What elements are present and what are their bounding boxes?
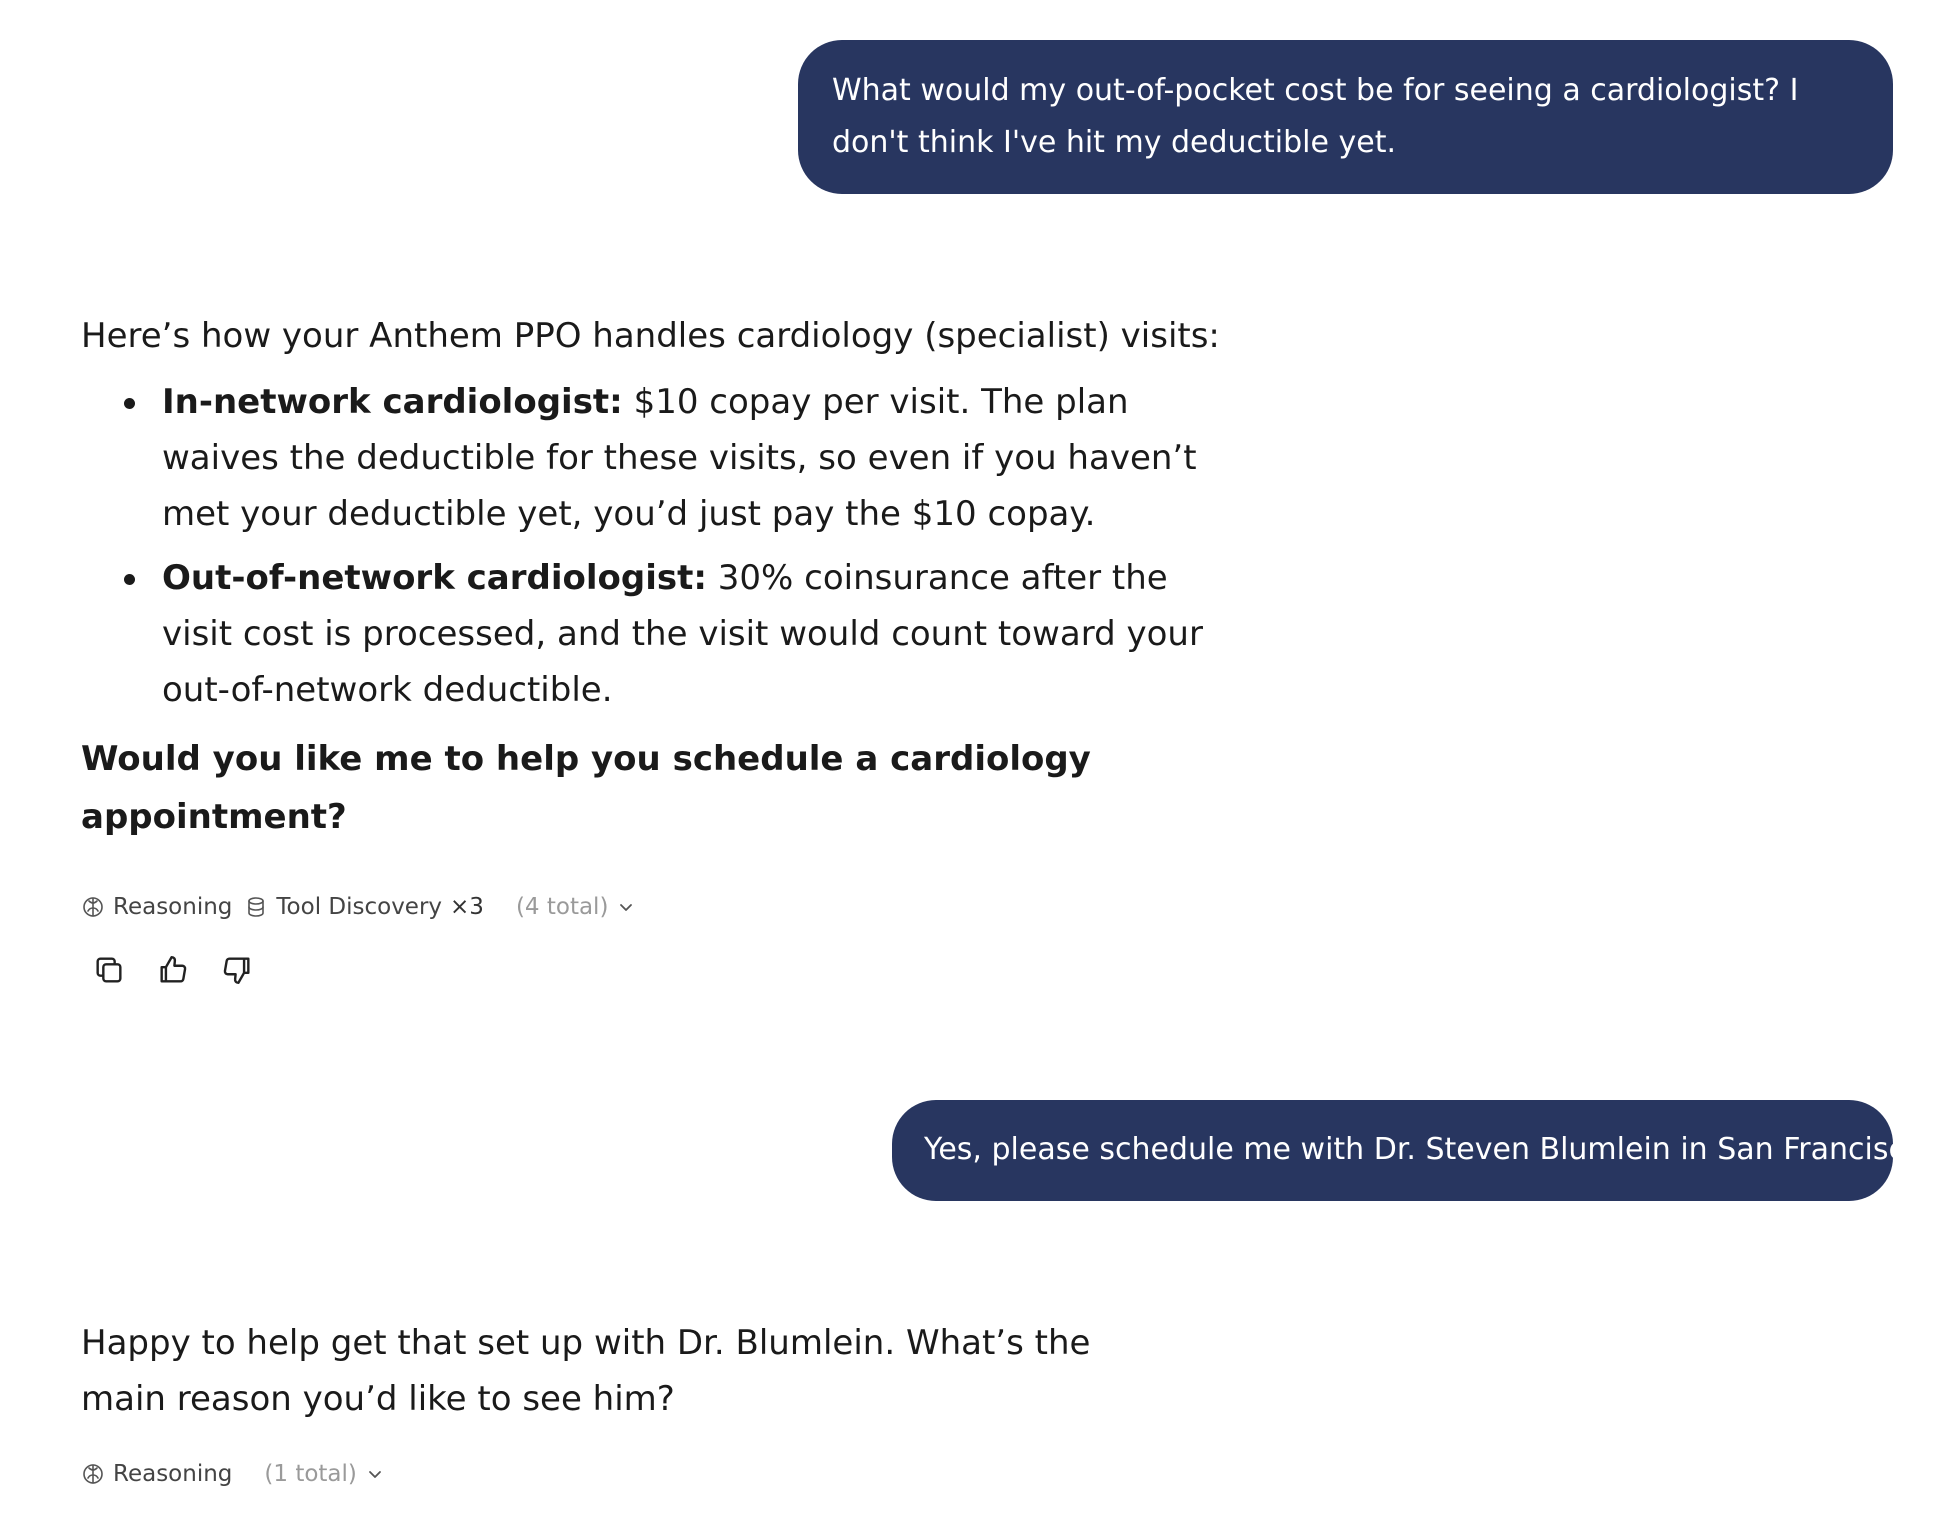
assistant-message: Happy to help get that set up with Dr. B… bbox=[81, 1315, 1221, 1427]
assistant-reply-text: Happy to help get that set up with Dr. B… bbox=[81, 1323, 1091, 1419]
user-message-text: What would my out-of-pocket cost be for … bbox=[832, 73, 1799, 160]
thumbs-down-icon bbox=[223, 957, 250, 984]
activity-summary[interactable]: Reasoning Tool Discovery ×3 (4 total) bbox=[81, 894, 634, 920]
bullet-list: In-network cardiologist: $10 copay per v… bbox=[81, 374, 1221, 718]
tool-discovery-chip[interactable]: Tool Discovery ×3 bbox=[244, 894, 484, 920]
brain-icon bbox=[83, 1464, 103, 1484]
assistant-question: Would you like me to help you schedule a… bbox=[81, 739, 1091, 837]
total-count: (1 total) bbox=[264, 1461, 357, 1487]
brain-icon bbox=[83, 897, 103, 917]
total-toggle[interactable]: (4 total) bbox=[516, 894, 634, 920]
user-message-text: Yes, please schedule me with Dr. Steven … bbox=[924, 1132, 1924, 1167]
bullet-label: Out-of-network cardiologist: bbox=[162, 558, 707, 598]
dislike-button[interactable] bbox=[219, 952, 255, 988]
user-message-bubble: What would my out-of-pocket cost be for … bbox=[798, 40, 1893, 194]
tool-discovery-label: Tool Discovery bbox=[276, 894, 443, 920]
chevron-down-icon bbox=[368, 1471, 381, 1478]
total-count: (4 total) bbox=[515, 894, 609, 920]
reasoning-label: Reasoning bbox=[113, 1461, 233, 1487]
chevron-down-icon bbox=[620, 904, 633, 911]
reasoning-chip[interactable]: Reasoning bbox=[81, 1461, 232, 1487]
reasoning-label: Reasoning bbox=[113, 894, 233, 920]
assistant-message: Here’s how your Anthem PPO handles cardi… bbox=[81, 308, 1221, 846]
reasoning-chip[interactable]: Reasoning bbox=[81, 894, 232, 920]
list-item: In-network cardiologist: $10 copay per v… bbox=[124, 374, 1221, 542]
list-item: Out-of-network cardiologist: 30% coinsur… bbox=[124, 550, 1221, 718]
user-message-bubble: Yes, please schedule me with Dr. Steven … bbox=[892, 1100, 1923, 1201]
database-icon bbox=[248, 897, 265, 917]
message-actions bbox=[91, 952, 283, 988]
activity-summary[interactable]: Reasoning (1 total) bbox=[81, 1461, 383, 1487]
tool-count: ×3 bbox=[450, 894, 484, 920]
assistant-intro-text: Here’s how your Anthem PPO handles cardi… bbox=[81, 316, 1220, 356]
bullet-dot bbox=[124, 574, 135, 585]
bullet-dot bbox=[124, 398, 135, 409]
like-button[interactable] bbox=[155, 952, 191, 988]
thumbs-up-icon bbox=[160, 956, 187, 983]
total-toggle[interactable]: (1 total) bbox=[264, 1461, 382, 1487]
bullet-label: In-network cardiologist: bbox=[162, 382, 623, 422]
copy-icon bbox=[96, 957, 122, 983]
copy-button[interactable] bbox=[91, 952, 127, 988]
